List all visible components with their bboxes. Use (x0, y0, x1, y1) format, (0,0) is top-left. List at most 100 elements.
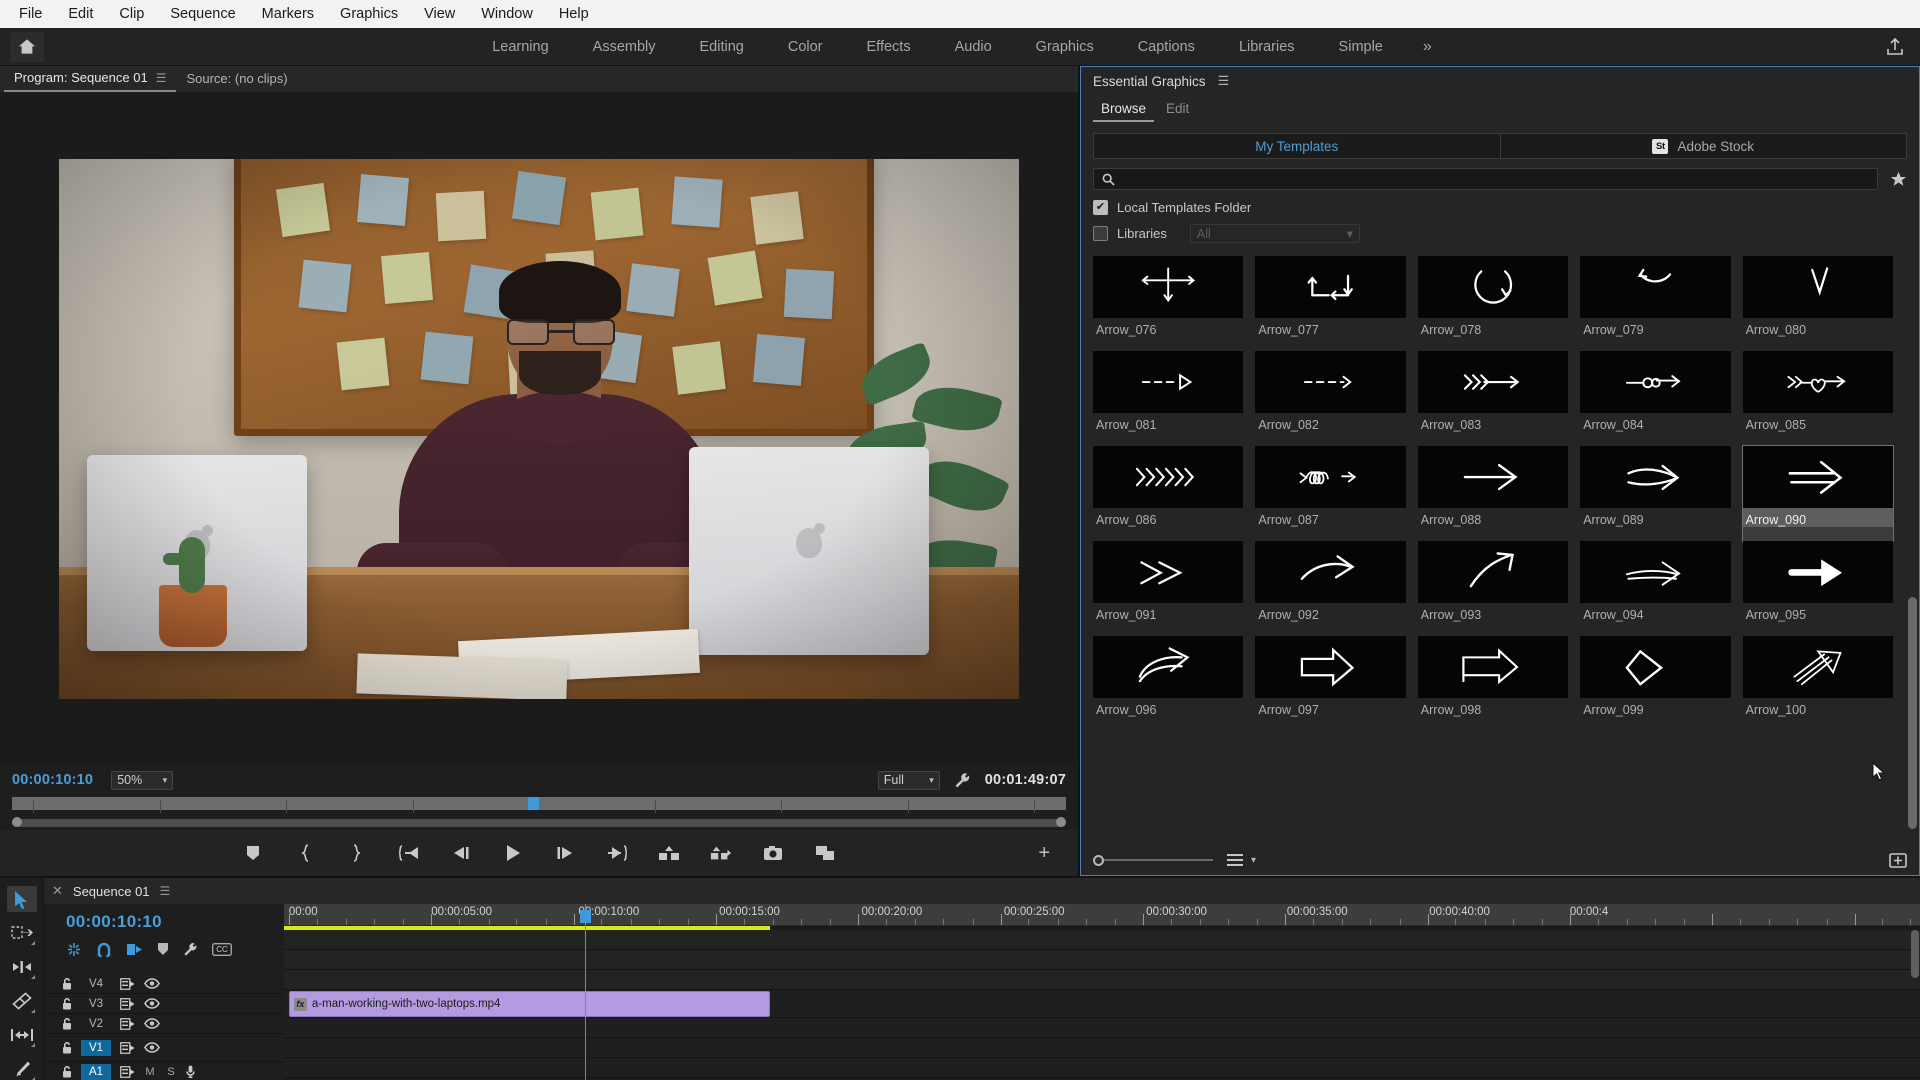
template-item[interactable]: Arrow_077 (1255, 256, 1406, 351)
workspace-overflow-button[interactable]: » (1405, 28, 1450, 66)
checkbox-libraries[interactable] (1093, 226, 1108, 241)
monitor-scrubber[interactable] (0, 794, 1078, 816)
star-icon[interactable] (1890, 171, 1907, 188)
zoom-scroll-knob-right[interactable] (1056, 817, 1066, 827)
track-header-v4[interactable]: V4 (44, 974, 284, 994)
workspace-tab-learning[interactable]: Learning (470, 28, 570, 66)
comparison-view-icon[interactable] (814, 842, 836, 864)
template-item[interactable]: Arrow_094 (1580, 541, 1731, 636)
template-item[interactable]: Arrow_078 (1417, 256, 1569, 351)
lock-icon[interactable] (62, 997, 72, 1010)
eye-icon[interactable] (144, 998, 160, 1009)
zoom-scroll-track[interactable] (12, 819, 1066, 827)
template-item[interactable]: Arrow_080 (1742, 256, 1893, 351)
tab-source-no-clips[interactable]: Source: (no clips) (176, 66, 297, 92)
add-marker-icon[interactable] (242, 842, 264, 864)
track-label[interactable]: V1 (81, 1039, 111, 1056)
ripple-edit-tool[interactable] (7, 954, 37, 980)
template-item[interactable]: Arrow_097 (1255, 636, 1406, 731)
track-label[interactable]: V3 (81, 996, 111, 1012)
timeline-ruler[interactable]: 00:00 00:00:05:00 00:00:10:00 00:00:15:0… (284, 904, 1920, 926)
template-item[interactable]: Arrow_079 (1580, 256, 1731, 351)
hamburger-icon[interactable]: ☰ (156, 65, 167, 91)
search-input[interactable] (1123, 172, 1869, 186)
menu-item-view[interactable]: View (411, 0, 468, 28)
template-item[interactable]: Arrow_099 (1580, 636, 1731, 731)
menu-item-edit[interactable]: Edit (55, 0, 106, 28)
go-to-out-icon[interactable] (606, 842, 628, 864)
track-label[interactable]: A1 (81, 1063, 111, 1080)
scrubber-playhead[interactable] (528, 797, 540, 810)
new-layer-icon[interactable] (1889, 852, 1907, 868)
timeline-canvas[interactable]: 00:00 00:00:05:00 00:00:10:00 00:00:15:0… (284, 904, 1920, 1080)
list-view-icon[interactable] (1227, 854, 1243, 866)
timeline-row-v3[interactable] (284, 950, 1920, 970)
step-back-icon[interactable] (450, 842, 472, 864)
track-target-icon[interactable] (120, 977, 135, 990)
track-header-v1[interactable]: V1 (44, 1034, 284, 1062)
tab-edit[interactable]: Edit (1158, 98, 1197, 122)
go-to-in-icon[interactable] (398, 842, 420, 864)
workspace-tab-libraries[interactable]: Libraries (1217, 28, 1317, 66)
filter-libraries[interactable]: Libraries All ▾ (1093, 224, 1907, 243)
home-button[interactable] (10, 31, 44, 62)
track-target-icon[interactable] (120, 997, 135, 1010)
mute-button[interactable]: M (144, 1066, 156, 1078)
track-target-icon[interactable] (120, 1017, 135, 1030)
lock-icon[interactable] (62, 1041, 72, 1054)
export-frame-icon[interactable] (762, 842, 784, 864)
eye-icon[interactable] (144, 978, 160, 989)
template-item[interactable]: Arrow_093 (1417, 541, 1569, 636)
template-item[interactable]: Arrow_100 (1742, 636, 1893, 731)
template-item[interactable]: Arrow_091 (1093, 541, 1244, 636)
track-header-v3[interactable]: V3 (44, 994, 284, 1014)
thumbnail-size-slider[interactable] (1093, 855, 1213, 866)
share-icon[interactable] (1884, 36, 1906, 58)
slider-knob[interactable] (1093, 855, 1104, 866)
extract-icon[interactable] (710, 842, 732, 864)
workspace-tab-simple[interactable]: Simple (1317, 28, 1405, 66)
timeline-row-a3[interactable] (284, 1058, 1920, 1078)
captions-icon[interactable]: CC (212, 942, 232, 956)
button-editor-button[interactable]: + (1038, 843, 1050, 863)
timeline-playhead-timecode[interactable]: 00:00:10:10 (44, 904, 284, 936)
menu-item-markers[interactable]: Markers (249, 0, 327, 28)
lock-icon[interactable] (62, 977, 72, 990)
workspace-tab-effects[interactable]: Effects (845, 28, 933, 66)
linked-selection-icon[interactable] (126, 942, 143, 957)
template-grid-scrollbar[interactable] (1908, 260, 1917, 841)
hamburger-icon[interactable]: ☰ (160, 884, 171, 898)
menu-item-sequence[interactable]: Sequence (157, 0, 248, 28)
razor-tool[interactable] (7, 988, 37, 1014)
duration-timecode[interactable]: 00:01:49:07 (985, 772, 1066, 788)
tab-program-sequence-01[interactable]: Program: Sequence 01 ☰ (4, 65, 177, 92)
resolution-select[interactable]: Full ▾ (877, 770, 940, 790)
workspace-tab-captions[interactable]: Captions (1116, 28, 1217, 66)
timeline-playhead[interactable] (580, 904, 592, 1080)
scrollbar-thumb[interactable] (1908, 596, 1917, 830)
workspace-tab-audio[interactable]: Audio (933, 28, 1014, 66)
timeline-tab-label[interactable]: Sequence 01 (73, 884, 150, 899)
timeline-row-a1[interactable] (284, 1018, 1920, 1038)
track-label[interactable]: V4 (81, 976, 111, 992)
segment-my-templates[interactable]: My Templates (1093, 133, 1500, 159)
menu-item-help[interactable]: Help (546, 0, 602, 28)
step-forward-icon[interactable] (554, 842, 576, 864)
zoom-level-select[interactable]: 50% ▾ (111, 770, 174, 790)
close-icon[interactable]: ✕ (52, 883, 63, 899)
workspace-tab-color[interactable]: Color (766, 28, 845, 66)
mark-out-icon[interactable] (346, 842, 368, 864)
menu-item-file[interactable]: File (6, 0, 55, 28)
menu-item-clip[interactable]: Clip (106, 0, 157, 28)
lock-icon[interactable] (62, 1065, 72, 1078)
template-item[interactable]: Arrow_087 (1255, 446, 1406, 541)
scrubber-track[interactable] (12, 797, 1066, 813)
add-marker-icon[interactable] (157, 942, 169, 956)
lock-icon[interactable] (62, 1017, 72, 1030)
timeline-row-v4[interactable] (284, 930, 1920, 950)
timeline-row-v1[interactable]: fx a-man-working-with-two-laptops.mp4 (284, 990, 1920, 1018)
workspace-tab-assembly[interactable]: Assembly (571, 28, 678, 66)
play-icon[interactable] (502, 842, 524, 864)
template-item[interactable]: Arrow_082 (1255, 351, 1406, 446)
template-item[interactable]: Arrow_092 (1255, 541, 1406, 636)
